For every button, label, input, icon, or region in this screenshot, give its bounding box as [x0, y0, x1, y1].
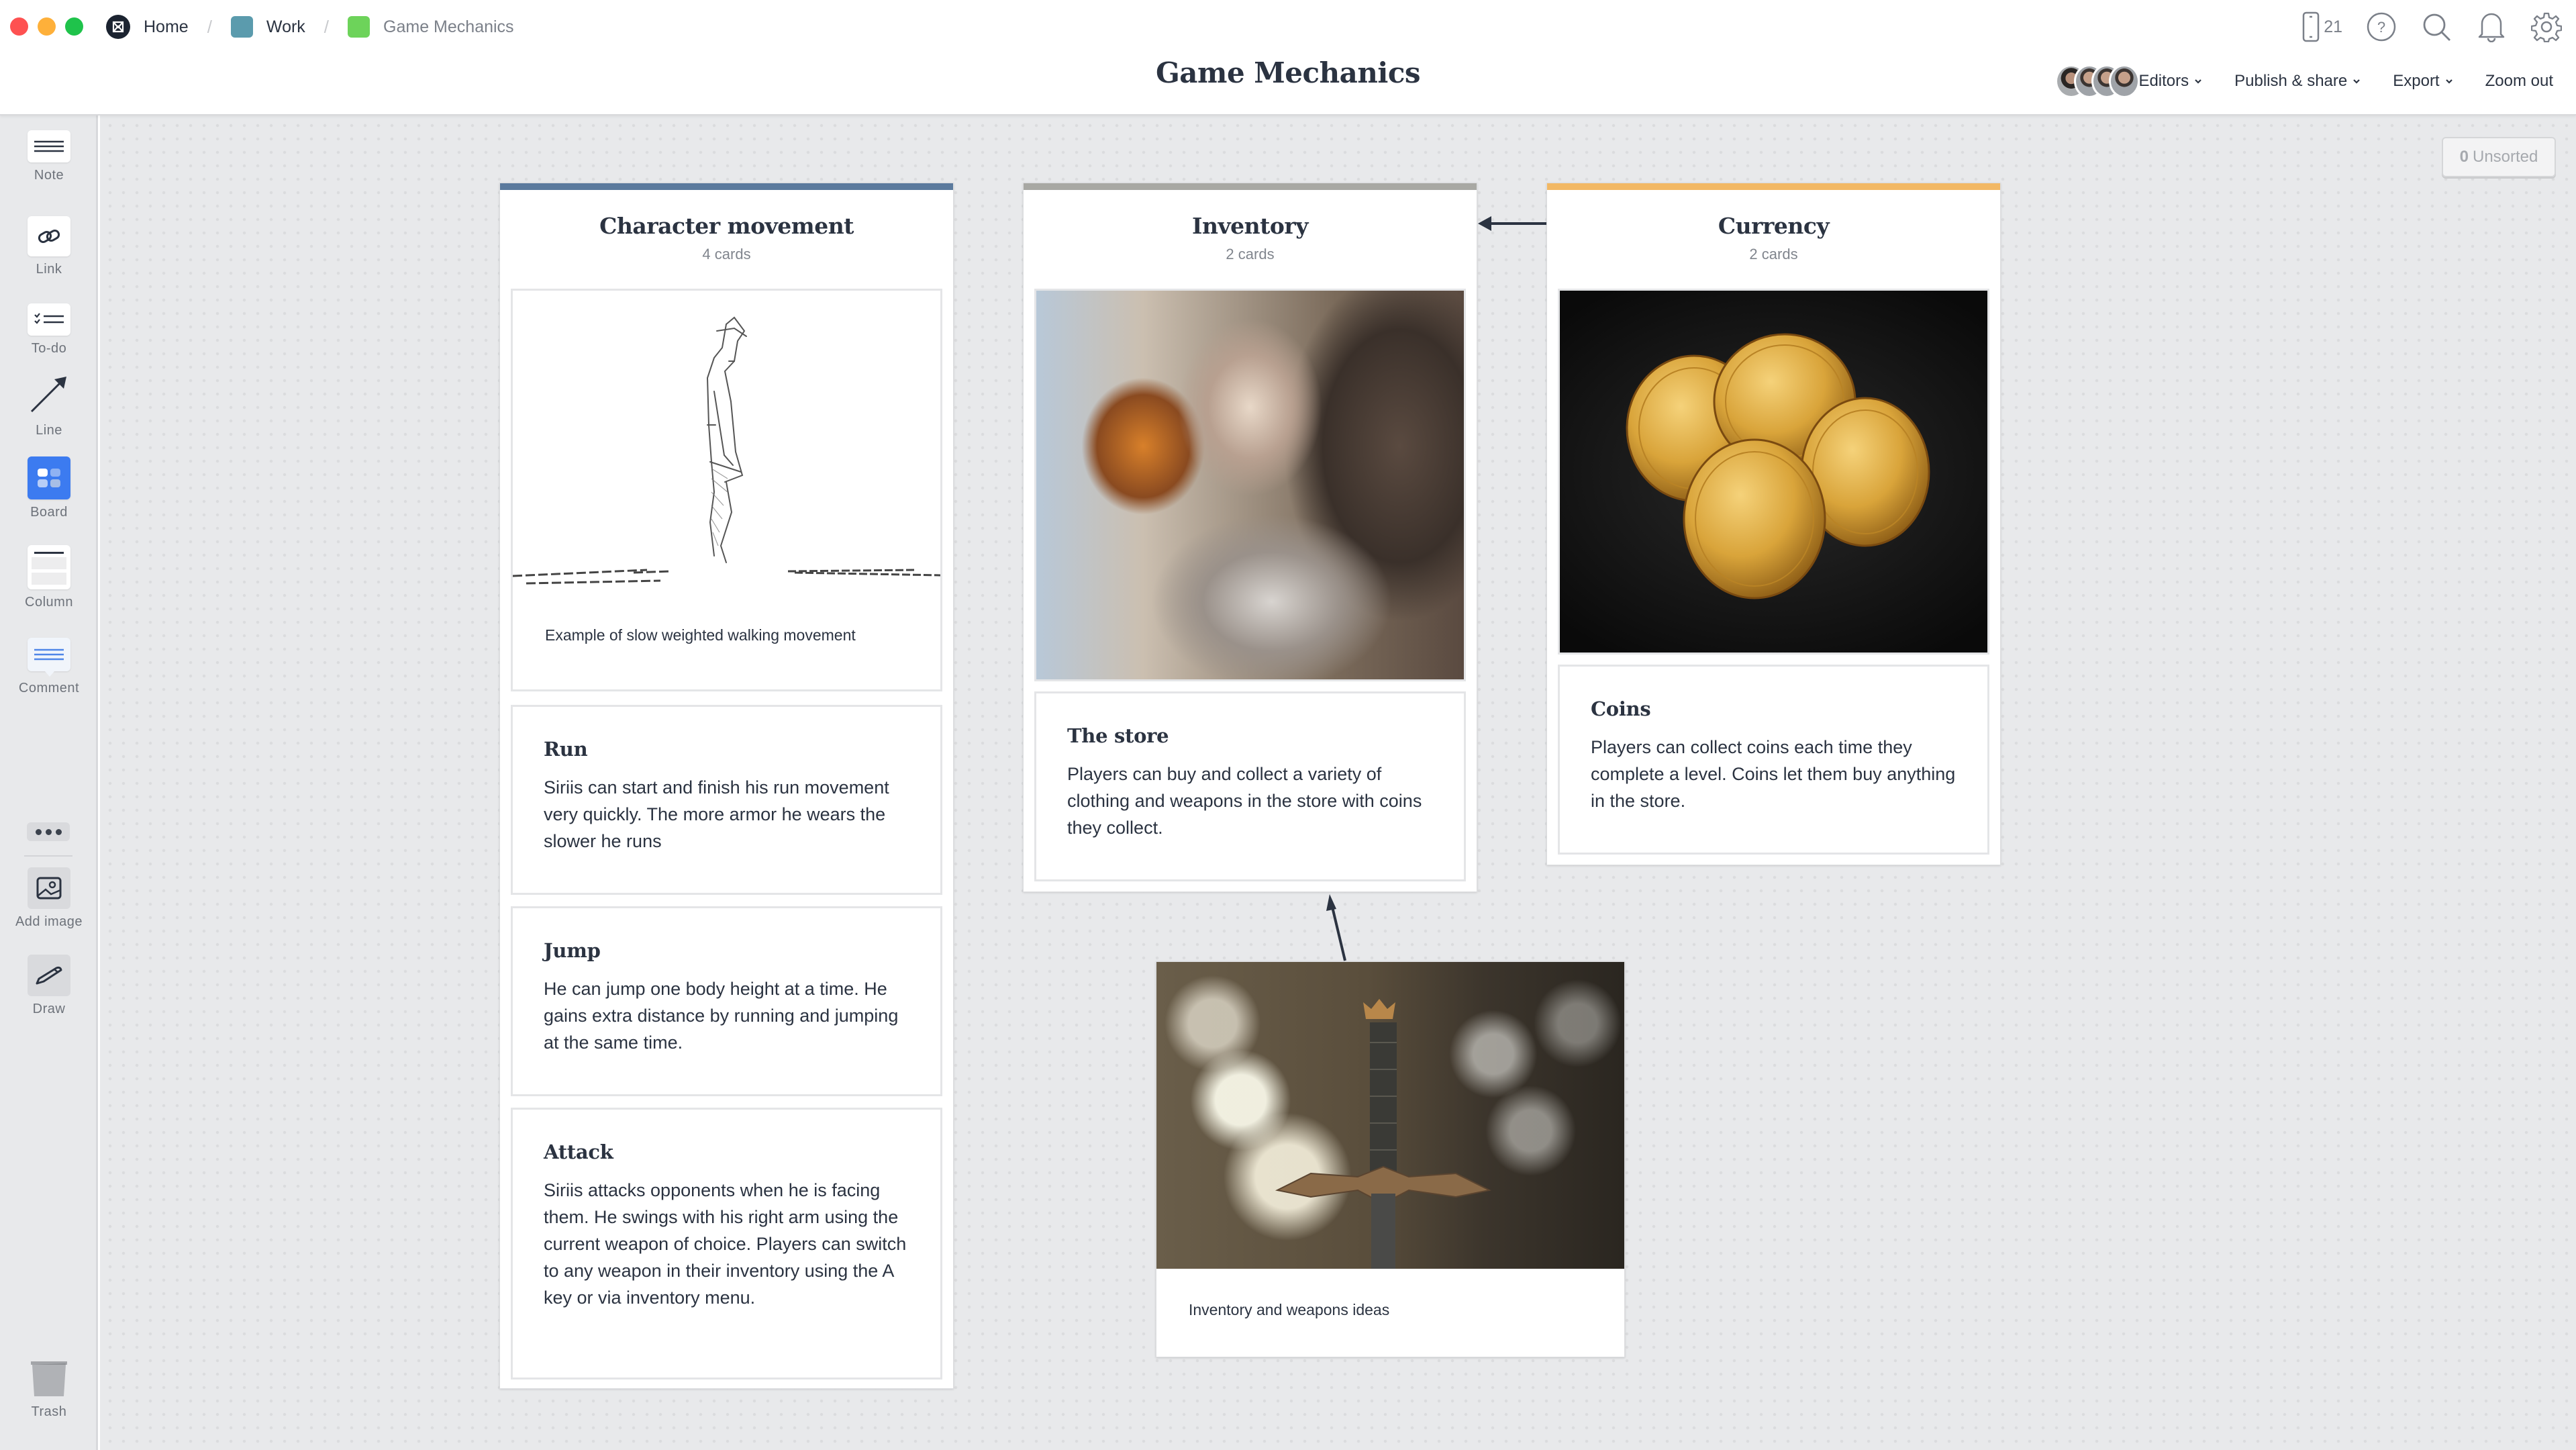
notifications-button[interactable] — [2475, 11, 2508, 43]
tool-line[interactable]: Line — [0, 371, 98, 438]
tool-note[interactable]: Note — [0, 130, 98, 183]
pencil-icon — [28, 955, 70, 996]
tool-column[interactable]: Column — [0, 545, 98, 610]
board-actions: Editors Publish & share Export Zoom out — [2055, 64, 2553, 98]
top-bar: Home / Work / Game Mechanics Game Mechan… — [0, 0, 2576, 115]
line-arrow-icon — [28, 371, 70, 418]
breadcrumb-work[interactable]: Work — [230, 16, 305, 38]
publish-share-menu[interactable]: Publish & share — [2234, 72, 2361, 91]
help-icon: ? — [2367, 12, 2396, 42]
export-label: Export — [2393, 72, 2440, 90]
editors-menu[interactable]: Editors — [2055, 64, 2202, 98]
mobile-devices-button[interactable]: 21 — [2302, 11, 2342, 42]
tool-trash[interactable]: Trash — [0, 1359, 98, 1420]
device-count: 21 — [2324, 17, 2342, 36]
page-title[interactable]: Game Mechanics — [1156, 56, 1421, 89]
breadcrumb-separator: / — [207, 16, 212, 37]
more-dots-icon — [35, 828, 42, 835]
editors-label: Editors — [2138, 72, 2189, 90]
more-tools-button[interactable] — [27, 822, 70, 841]
bell-icon — [2478, 13, 2505, 42]
comment-icon — [28, 638, 70, 677]
tool-board[interactable]: Board — [0, 456, 98, 520]
search-icon — [2423, 13, 2450, 41]
breadcrumb-separator: / — [324, 16, 330, 37]
publish-label: Publish & share — [2234, 72, 2348, 90]
chevron-down-icon — [2353, 79, 2361, 84]
link-icon — [28, 216, 70, 256]
breadcrumb: Home / Work / Game Mechanics — [106, 13, 514, 40]
zoom-out-button[interactable]: Zoom out — [2485, 72, 2553, 91]
note-icon — [28, 130, 70, 162]
board-color-icon — [230, 16, 253, 38]
settings-button[interactable] — [2530, 11, 2563, 43]
tool-link[interactable]: Link — [0, 216, 98, 277]
search-button[interactable] — [2420, 11, 2453, 43]
gear-icon — [2531, 12, 2562, 42]
export-menu[interactable]: Export — [2393, 72, 2453, 91]
image-icon — [28, 867, 70, 909]
milanote-logo-icon — [106, 15, 130, 39]
chevron-down-icon — [2195, 79, 2201, 84]
board-canvas[interactable]: 0 Unsorted Character movement 4 cards Ex… — [100, 115, 2576, 1450]
avatar[interactable] — [2109, 64, 2140, 98]
todo-icon — [28, 303, 70, 336]
window-controls — [10, 17, 83, 36]
top-icons: 21 ? — [2302, 11, 2563, 43]
tool-todo[interactable]: To-do — [0, 303, 98, 356]
tool-comment[interactable]: Comment — [0, 638, 98, 696]
mobile-icon — [2302, 11, 2320, 42]
toolbar-divider — [24, 855, 72, 857]
tool-sidebar: Note Link To-do Line Board Column Commen… — [0, 115, 98, 1450]
board-icon — [28, 456, 70, 499]
editor-avatars — [2055, 64, 2140, 98]
svg-text:?: ? — [2377, 19, 2385, 36]
connector-weapons-to-inventory[interactable] — [1326, 894, 1346, 961]
chevron-down-icon — [2445, 79, 2453, 84]
trash-icon — [28, 1359, 70, 1399]
connector-currency-to-inventory[interactable] — [1478, 216, 1546, 231]
close-window-button[interactable] — [10, 17, 28, 36]
column-icon — [28, 545, 70, 589]
breadcrumb-home[interactable]: Home — [106, 15, 189, 39]
tool-draw[interactable]: Draw — [0, 955, 98, 1017]
maximize-window-button[interactable] — [65, 17, 83, 36]
help-button[interactable]: ? — [2365, 11, 2397, 43]
breadcrumb-current[interactable]: Game Mechanics — [348, 16, 514, 38]
tool-add-image[interactable]: Add image — [0, 867, 98, 930]
connectors-layer — [1326, 216, 1546, 961]
zoom-out-label: Zoom out — [2485, 72, 2553, 90]
board-color-icon — [348, 16, 370, 38]
minimize-window-button[interactable] — [38, 17, 56, 36]
